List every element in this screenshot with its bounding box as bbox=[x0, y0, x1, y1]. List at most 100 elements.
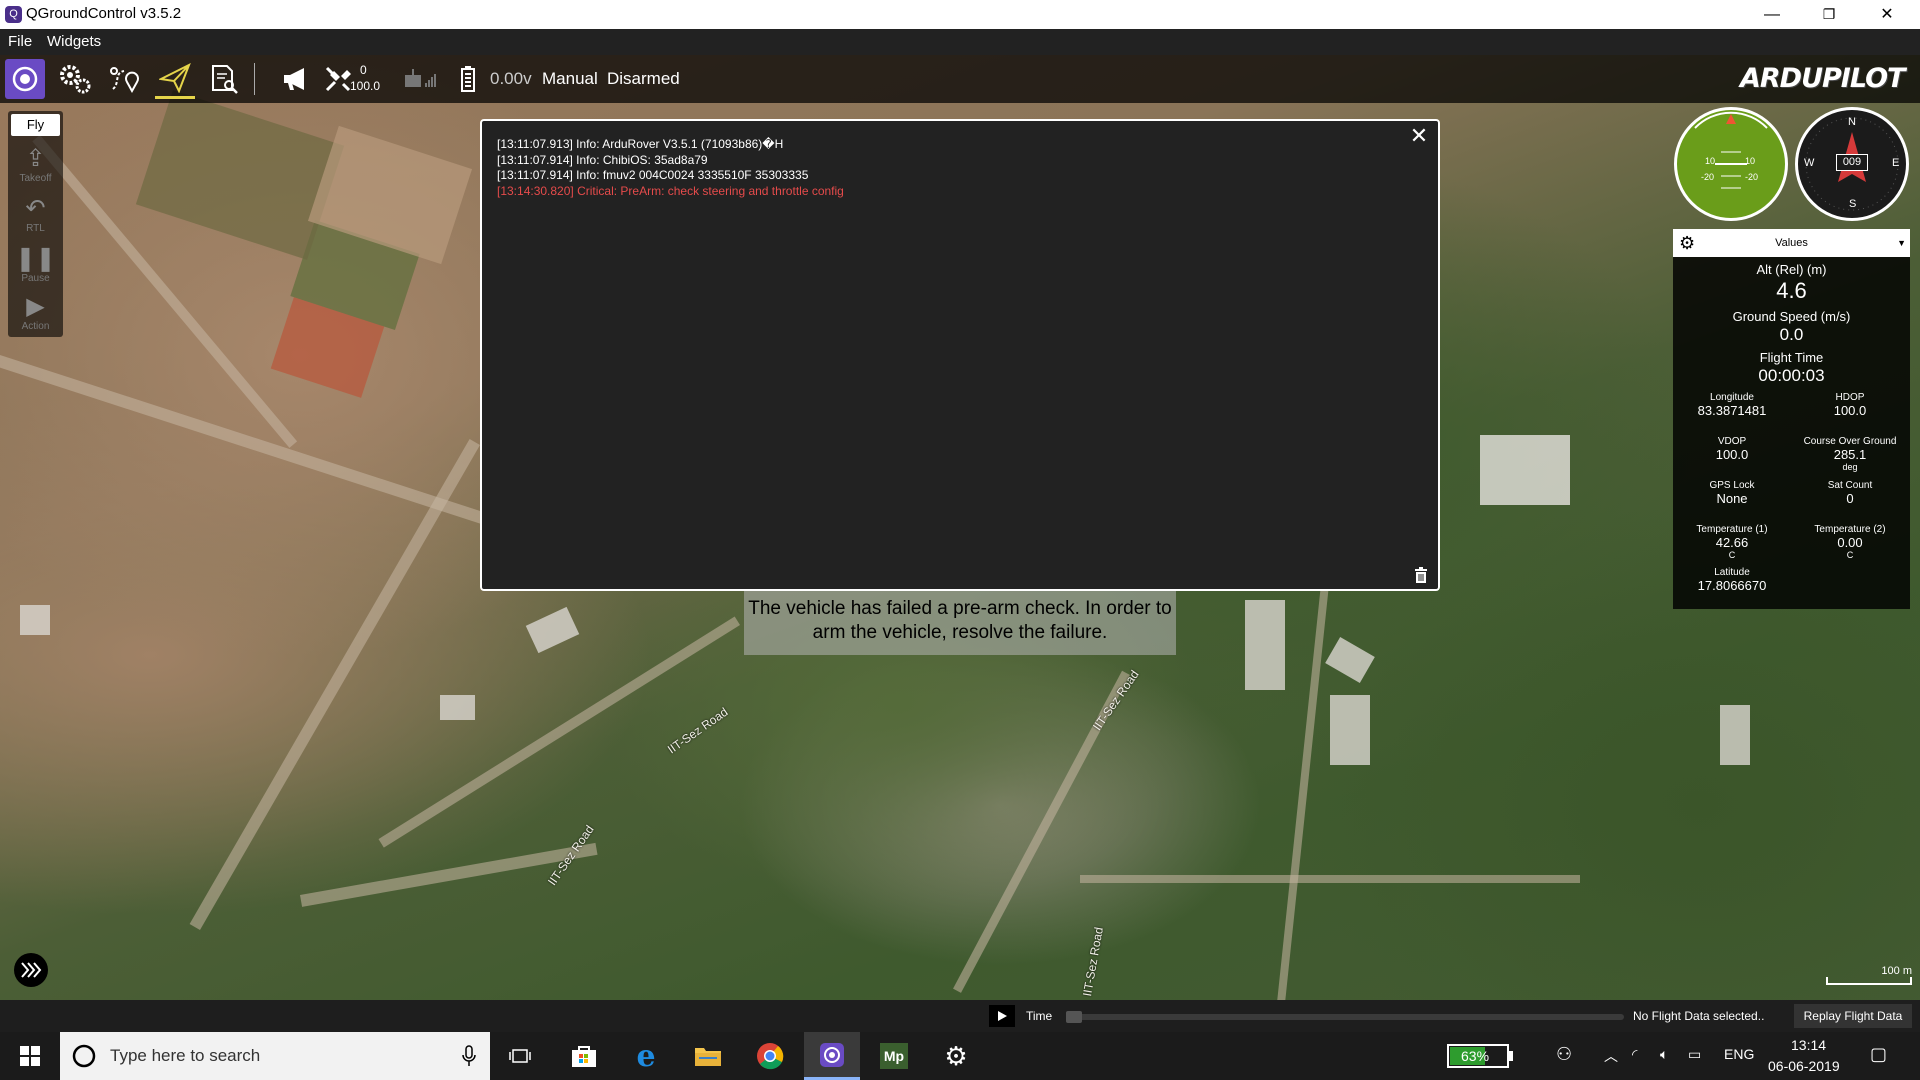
vdop-cell: VDOP 100.0 bbox=[1673, 436, 1791, 462]
close-icon[interactable]: ✕ bbox=[1408, 125, 1430, 147]
ground-speed-label: Ground Speed (m/s) bbox=[1732, 309, 1851, 324]
qgc-logo-icon bbox=[12, 66, 38, 92]
map-building bbox=[20, 605, 50, 635]
window-title: QGroundControl v3.5.2 bbox=[26, 5, 182, 22]
map-road bbox=[1080, 875, 1580, 883]
clock-date[interactable]: 06-06-2019 bbox=[1768, 1058, 1840, 1074]
language-indicator[interactable]: ENG bbox=[1724, 1046, 1754, 1062]
message-line: [13:11:07.913] Info: ArduRover V3.5.1 (7… bbox=[497, 137, 784, 151]
qgc-menu-button[interactable] bbox=[5, 59, 45, 99]
compass-n: N bbox=[1848, 116, 1856, 128]
play-button[interactable] bbox=[989, 1005, 1015, 1027]
chrome-app[interactable] bbox=[742, 1032, 798, 1080]
settings-gear-icon: ⚙ bbox=[944, 1040, 968, 1071]
chrome-icon bbox=[757, 1043, 784, 1070]
scale-label: 100 m bbox=[1881, 965, 1912, 977]
slider-handle[interactable] bbox=[1066, 1011, 1082, 1023]
menu-file[interactable]: File bbox=[8, 33, 32, 50]
rtl-icon: ↶ bbox=[25, 195, 46, 222]
message-line: [13:11:07.914] Info: fmuv2 004C0024 3335… bbox=[497, 168, 809, 182]
wifi-icon[interactable]: ◜ bbox=[1632, 1046, 1637, 1063]
battery-icon bbox=[461, 66, 475, 92]
edge-app[interactable]: e bbox=[618, 1032, 674, 1080]
pitch-label: 10 bbox=[1705, 156, 1716, 166]
restore-button[interactable]: ❐ bbox=[1800, 0, 1858, 29]
cell-value: None bbox=[1716, 491, 1748, 506]
messages-indicator[interactable] bbox=[276, 59, 316, 99]
cell-label: HDOP bbox=[1835, 392, 1865, 403]
cell-value: 100.0 bbox=[1833, 403, 1867, 418]
rc-transmitter-icon bbox=[405, 69, 436, 87]
taskbar-search-box[interactable]: Type here to search bbox=[60, 1032, 490, 1080]
replay-slider[interactable] bbox=[1066, 1011, 1624, 1023]
expand-tools-button[interactable] bbox=[14, 953, 48, 987]
battery-tip bbox=[1509, 1051, 1513, 1061]
volume-icon[interactable]: 🔈︎ bbox=[1660, 1046, 1668, 1063]
compass-w: W bbox=[1804, 157, 1815, 169]
cell-value: 0.00 bbox=[1837, 535, 1863, 550]
plan-view-button[interactable] bbox=[105, 59, 145, 99]
cell-unit: C bbox=[1846, 550, 1854, 560]
analyze-view-button[interactable] bbox=[205, 59, 245, 99]
cell-label: Temperature (2) bbox=[1814, 524, 1886, 535]
ground-speed-value: 0.0 bbox=[1779, 325, 1804, 344]
task-view-button[interactable] bbox=[492, 1032, 548, 1080]
latitude-cell: Latitude 17.8066670 bbox=[1673, 567, 1791, 593]
store-app[interactable] bbox=[556, 1032, 612, 1080]
compass-heading: 009 bbox=[1836, 154, 1868, 171]
gear-icon[interactable]: ⚙ bbox=[1679, 229, 1695, 257]
action-label: Action bbox=[21, 321, 50, 332]
map-building bbox=[1325, 637, 1375, 683]
replay-flight-data-button[interactable]: Replay Flight Data bbox=[1794, 1004, 1912, 1028]
sat-count-cell: Sat Count 0 bbox=[1791, 480, 1909, 506]
rc-rssi-indicator[interactable] bbox=[400, 59, 440, 99]
cell-unit: deg bbox=[1842, 462, 1858, 472]
menu-bar: File Widgets bbox=[0, 29, 1920, 55]
pause-button[interactable]: ❚❚ Pause bbox=[11, 241, 60, 289]
cell-value: 0 bbox=[1846, 491, 1854, 506]
menu-widgets[interactable]: Widgets bbox=[47, 33, 101, 50]
battery-status[interactable]: 63% bbox=[1447, 1044, 1513, 1068]
attitude-indicator: 10 10 -20 -20 bbox=[1674, 107, 1788, 221]
task-view-icon bbox=[509, 1049, 531, 1063]
settings-app[interactable]: ⚙ bbox=[928, 1032, 984, 1080]
takeoff-icon: ⇪ bbox=[25, 145, 46, 172]
replay-status: No Flight Data selected.. bbox=[1633, 1009, 1765, 1023]
minimize-button[interactable]: — bbox=[1743, 0, 1801, 29]
start-button[interactable] bbox=[2, 1032, 58, 1080]
pause-label: Pause bbox=[21, 273, 50, 284]
main-toolbar: 0 100.0 0.00v Manual Disarmed ARDUPILOT bbox=[0, 55, 1920, 103]
close-window-button[interactable]: ✕ bbox=[1858, 0, 1916, 29]
file-explorer-app[interactable] bbox=[680, 1032, 736, 1080]
vehicle-setup-button[interactable] bbox=[55, 59, 95, 99]
action-button[interactable]: ▶ Action bbox=[11, 289, 60, 337]
power-icon[interactable]: ▭ bbox=[1688, 1046, 1701, 1063]
battery-indicator[interactable] bbox=[456, 59, 480, 99]
mission-planner-app[interactable]: Mp bbox=[866, 1032, 922, 1080]
takeoff-button[interactable]: ⇪ Takeoff bbox=[11, 141, 60, 189]
cell-label: Sat Count bbox=[1827, 480, 1873, 491]
clock-time[interactable]: 13:14 bbox=[1791, 1037, 1826, 1053]
chevrons-right-icon bbox=[21, 962, 42, 978]
replay-bar: Time No Flight Data selected.. Replay Fl… bbox=[0, 1000, 1920, 1032]
pitch-label: -20 bbox=[1701, 172, 1715, 182]
chevron-down-icon[interactable]: ▼ bbox=[1897, 229, 1906, 257]
values-header[interactable]: ⚙ Values ▼ bbox=[1673, 229, 1910, 257]
satellite-icon bbox=[325, 66, 351, 92]
edge-icon: e bbox=[636, 1038, 656, 1074]
rtl-button[interactable]: ↶ RTL bbox=[11, 191, 60, 239]
microphone-icon[interactable] bbox=[462, 1045, 476, 1067]
hdop-cell: HDOP 100.0 bbox=[1791, 392, 1909, 418]
chevron-up-icon[interactable]: ︿ bbox=[1604, 1046, 1618, 1066]
road-label: IIT-Sez Road bbox=[1080, 926, 1106, 998]
fly-view-button[interactable] bbox=[155, 59, 195, 99]
trash-icon[interactable] bbox=[1414, 567, 1430, 583]
arm-status[interactable]: Disarmed bbox=[607, 69, 680, 89]
road-label: IIT-Sez Road bbox=[665, 704, 731, 757]
cell-label: Latitude bbox=[1714, 567, 1750, 578]
notifications-icon[interactable]: ▢ bbox=[1870, 1044, 1887, 1065]
qgroundcontrol-app[interactable] bbox=[804, 1032, 860, 1080]
gps-sat-count: 0 bbox=[360, 63, 367, 77]
people-icon[interactable]: ⚇ bbox=[1556, 1044, 1572, 1065]
flight-mode-selector[interactable]: Manual bbox=[542, 69, 598, 89]
